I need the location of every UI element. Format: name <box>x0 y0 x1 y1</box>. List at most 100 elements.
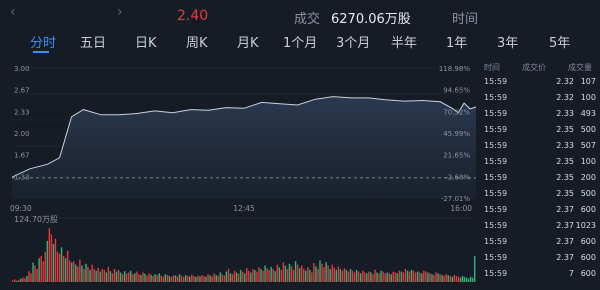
trade-price: 2.37 <box>556 221 574 230</box>
volume-bar <box>386 272 388 282</box>
trade-price: 2.33 <box>556 109 574 118</box>
volume-bar <box>419 272 421 282</box>
trade-volume: 600 <box>580 237 596 246</box>
tab-intraday[interactable]: 分时 <box>30 32 56 51</box>
volume-bar <box>26 275 28 282</box>
trade-row: 15:59 2.35 500 <box>480 125 600 141</box>
volume-bar <box>457 276 460 282</box>
volume-bar <box>313 262 315 282</box>
y-tick-label: 2.00 <box>14 130 30 138</box>
tab-weekly-k[interactable]: 周K <box>186 32 208 51</box>
volume-bar <box>50 234 53 282</box>
volume-bar <box>36 269 38 282</box>
intraday-chart[interactable]: 3.00 2.67 2.33 2.00 1.67 1.33 118.98% 94.65% 70… <box>0 58 480 286</box>
volume-bar <box>160 275 162 282</box>
trade-row: 15:59 2.37 600 <box>480 205 600 221</box>
trade-row: 15:59 2.37 600 <box>480 253 600 269</box>
chevron-right-icon[interactable]: › <box>117 4 123 20</box>
trade-row: 15:59 2.32 107 <box>480 77 600 93</box>
volume-bar <box>435 272 437 282</box>
volume-bar <box>182 276 185 282</box>
volume-bar <box>412 270 415 282</box>
volume-bar <box>174 275 177 282</box>
volume-bar <box>197 275 199 282</box>
volume-bar <box>362 270 364 282</box>
trade-time: 15:59 <box>484 125 508 134</box>
trade-price: 2.35 <box>556 157 574 166</box>
volume-bar <box>168 275 171 282</box>
volume-bar <box>347 271 350 282</box>
volume-bar <box>225 271 228 282</box>
volume-bar <box>284 265 287 282</box>
volume-bar <box>276 264 278 282</box>
volume-bar <box>16 280 18 282</box>
volume-bar <box>162 276 165 282</box>
trade-volume: 107 <box>580 77 596 86</box>
volume-bar <box>154 274 156 282</box>
volume-bar <box>445 274 447 282</box>
volume-bar <box>184 275 187 282</box>
volume-bar <box>156 275 158 282</box>
volume-bar <box>406 270 409 282</box>
volume-bar <box>97 267 99 282</box>
volume-bar <box>345 269 348 282</box>
volume-bar <box>431 274 433 282</box>
chevron-left-icon[interactable]: ‹ <box>10 4 16 20</box>
volume-bar <box>180 275 183 282</box>
trade-volume: 600 <box>580 253 596 262</box>
volume-bar <box>227 269 230 282</box>
volume-bar <box>95 270 97 282</box>
volume-bar <box>433 275 435 282</box>
period-tabs: 分时 五日 日K 周K 月K 1个月 3个月 半年 1年 3年 5年 <box>0 30 600 56</box>
volume-bar <box>463 276 466 282</box>
tab-half-year[interactable]: 半年 <box>391 32 417 51</box>
volume-bar <box>235 272 238 282</box>
volume-bar <box>278 267 281 282</box>
volume-bar <box>274 271 276 282</box>
volume-bar <box>14 279 16 282</box>
volume-bar <box>79 259 81 282</box>
volume-bar <box>427 272 429 282</box>
volume-bar <box>142 272 144 282</box>
trade-price: 2.37 <box>556 205 574 214</box>
trade-price: 2.35 <box>556 125 574 134</box>
volume-bar <box>205 276 207 282</box>
y-tick-label: -27.01% <box>441 195 471 203</box>
tab-daily-k[interactable]: 日K <box>135 32 157 51</box>
tab-three-months[interactable]: 3个月 <box>336 32 370 51</box>
volume-bar <box>85 263 87 282</box>
tab-five-years[interactable]: 5年 <box>549 32 570 51</box>
tab-five-day[interactable]: 五日 <box>80 32 106 51</box>
volume-bar <box>437 273 439 282</box>
trade-row: 15:59 2.37 600 <box>480 237 600 253</box>
trade-price: 2.37 <box>556 237 574 246</box>
volume-bar <box>376 272 378 282</box>
volume-bar <box>337 266 340 282</box>
tab-one-month[interactable]: 1个月 <box>283 32 317 51</box>
volume-bar <box>270 266 272 282</box>
trade-row: 15:59 2.35 500 <box>480 189 600 205</box>
volume-bar <box>410 269 413 282</box>
volume-bar <box>333 267 335 282</box>
active-tab-indicator <box>33 51 49 53</box>
volume-bar <box>455 275 458 282</box>
volume-bar <box>109 271 112 282</box>
volume-bar <box>237 273 240 282</box>
volume-bar <box>30 273 32 282</box>
volume-bar <box>461 275 464 282</box>
price-area-fill <box>12 96 476 198</box>
volume-bar <box>22 277 24 282</box>
volume-bar <box>260 269 262 282</box>
volume-bar <box>130 270 132 282</box>
volume-bar <box>209 275 211 282</box>
tab-three-years[interactable]: 3年 <box>497 32 518 51</box>
trade-time: 15:59 <box>484 173 508 182</box>
volume-bar <box>305 270 307 282</box>
tab-monthly-k[interactable]: 月K <box>237 32 259 51</box>
volume-bar <box>87 266 89 282</box>
volume-bar <box>282 262 285 282</box>
x-tick-label: 12:45 <box>233 204 255 213</box>
trade-time: 15:59 <box>484 157 508 166</box>
volume-bar <box>83 269 85 282</box>
tab-one-year[interactable]: 1年 <box>446 32 467 51</box>
